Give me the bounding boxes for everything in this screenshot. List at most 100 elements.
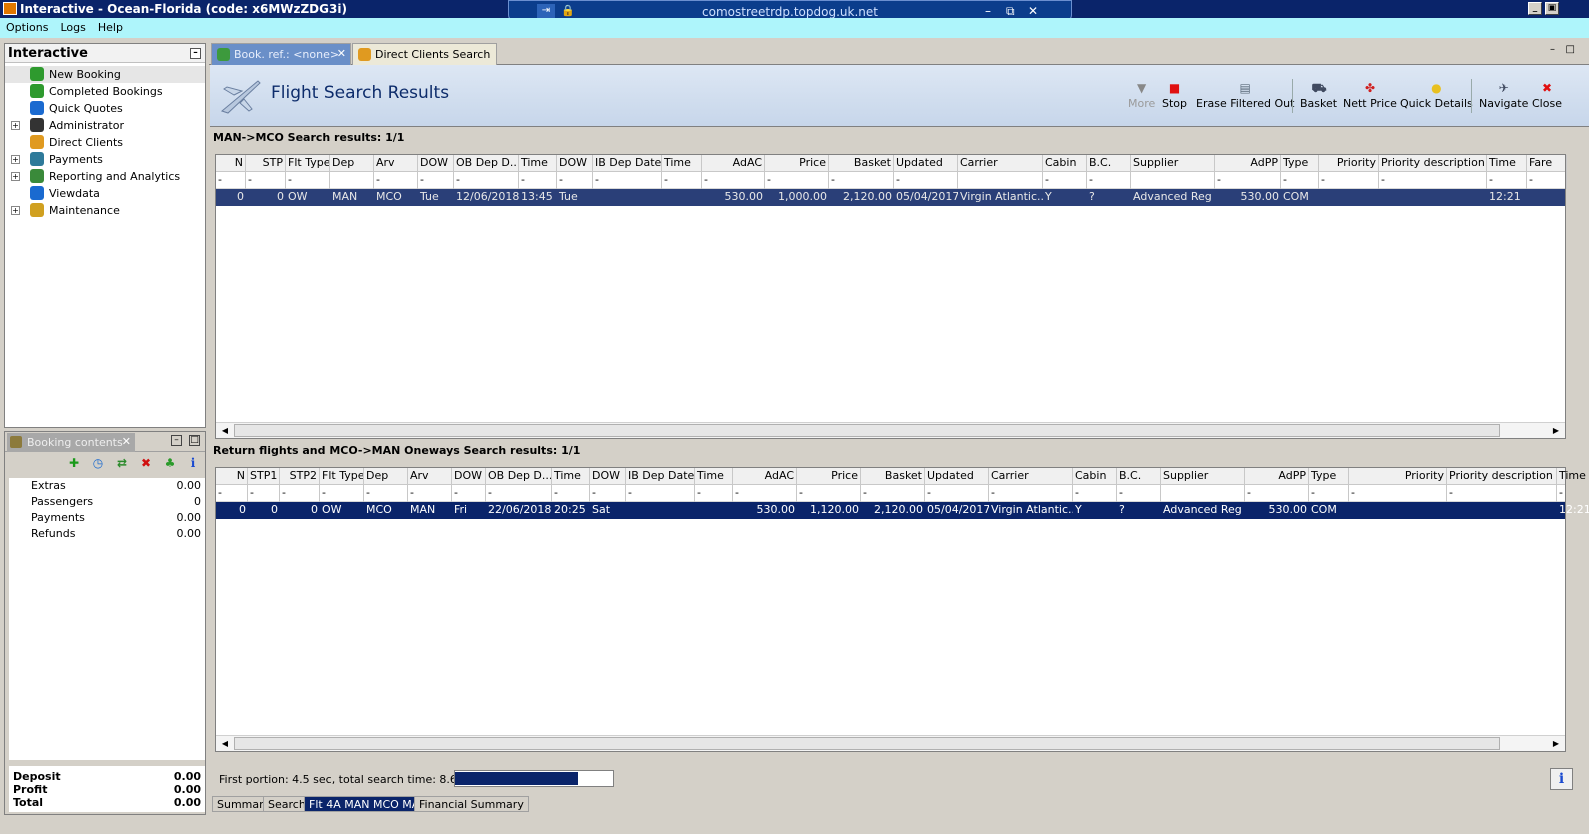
expand-icon[interactable]: + <box>11 206 20 215</box>
palm-tree-icon[interactable]: ♣ <box>163 456 177 470</box>
filter-cell[interactable]: - <box>989 485 1073 502</box>
filter-cell[interactable]: - <box>1215 172 1281 189</box>
filter-cell[interactable]: - <box>1087 172 1131 189</box>
expand-icon[interactable]: + <box>11 172 20 181</box>
nav-item-reporting-and-analytics[interactable]: + Reporting and Analytics <box>5 168 205 185</box>
column-header[interactable]: Carrier <box>958 155 1043 172</box>
basket-button[interactable]: ⛟ Basket <box>1300 81 1337 110</box>
column-header[interactable]: Time <box>552 468 590 485</box>
scroll-right-icon[interactable]: ▶ <box>1549 424 1563 437</box>
filter-cell[interactable]: - <box>246 172 286 189</box>
info-icon[interactable]: i <box>186 456 200 470</box>
nett-price-button[interactable]: ✤ Nett Price <box>1343 81 1397 110</box>
column-header[interactable]: Dep <box>364 468 408 485</box>
column-header[interactable]: Supplier <box>1161 468 1245 485</box>
column-header[interactable]: Fare <box>1527 155 1567 172</box>
column-header[interactable]: Time <box>695 468 733 485</box>
filter-cell[interactable] <box>1131 172 1215 189</box>
filter-cell[interactable]: - <box>1319 172 1379 189</box>
outbound-horizontal-scrollbar[interactable]: ◀ ▶ <box>216 422 1565 438</box>
scroll-left-icon[interactable]: ◀ <box>218 424 232 437</box>
column-header[interactable]: IB Dep Date <box>593 155 662 172</box>
close-booking-tab-icon[interactable]: ✕ <box>122 435 131 448</box>
filter-cell[interactable]: - <box>486 485 552 502</box>
clock-icon[interactable]: ◷ <box>91 456 105 470</box>
filter-cell[interactable]: - <box>1487 172 1527 189</box>
nav-item-new-booking[interactable]: New Booking <box>5 66 205 83</box>
tab-direct-clients-search[interactable]: Direct Clients Search <box>352 43 497 65</box>
filter-cell[interactable]: - <box>216 485 248 502</box>
expand-icon[interactable]: + <box>11 121 20 130</box>
column-header[interactable]: AdAC <box>702 155 765 172</box>
column-header[interactable]: Time <box>662 155 702 172</box>
filter-cell[interactable]: - <box>861 485 925 502</box>
tabs-maximize-icon[interactable]: □ <box>1566 44 1575 55</box>
column-header[interactable]: B.C. <box>1117 468 1161 485</box>
inbound-horizontal-scrollbar[interactable]: ◀ ▶ <box>216 735 1565 751</box>
filter-cell[interactable]: - <box>733 485 797 502</box>
column-header[interactable]: N <box>216 468 248 485</box>
nav-item-direct-clients[interactable]: Direct Clients <box>5 134 205 151</box>
filter-cell[interactable]: - <box>454 172 519 189</box>
filter-cell[interactable]: - <box>320 485 364 502</box>
tab-financial-summary[interactable]: Financial Summary <box>414 796 529 812</box>
column-header[interactable]: Price <box>797 468 861 485</box>
column-header[interactable]: STP1 <box>248 468 280 485</box>
column-header[interactable]: Carrier <box>989 468 1073 485</box>
column-header[interactable]: Time <box>519 155 557 172</box>
filter-cell[interactable]: - <box>364 485 408 502</box>
filter-cell[interactable]: - <box>1349 485 1447 502</box>
column-header[interactable]: AdAC <box>733 468 797 485</box>
nav-item-quick-quotes[interactable]: Quick Quotes <box>5 100 205 117</box>
nav-item-maintenance[interactable]: + Maintenance <box>5 202 205 219</box>
column-header[interactable]: N <box>216 155 246 172</box>
scroll-right-icon[interactable]: ▶ <box>1549 737 1563 750</box>
column-header[interactable]: Priority <box>1319 155 1379 172</box>
filter-cell[interactable]: - <box>626 485 695 502</box>
filter-cell[interactable]: - <box>1043 172 1087 189</box>
filter-cell[interactable]: - <box>1557 485 1589 502</box>
column-header[interactable]: OB Dep D... <box>454 155 519 172</box>
filter-cell[interactable]: - <box>418 172 454 189</box>
filter-cell[interactable] <box>330 172 374 189</box>
filter-cell[interactable]: - <box>374 172 418 189</box>
column-header[interactable]: DOW <box>557 155 593 172</box>
menu-help[interactable]: Help <box>92 18 129 34</box>
column-header[interactable]: AdPP <box>1245 468 1309 485</box>
column-header[interactable]: Arv <box>374 155 418 172</box>
column-header[interactable]: Cabin <box>1073 468 1117 485</box>
column-header[interactable]: Supplier <box>1131 155 1215 172</box>
column-header[interactable]: Time <box>1487 155 1527 172</box>
column-header[interactable]: DOW <box>590 468 626 485</box>
filter-cell[interactable]: - <box>1447 485 1557 502</box>
filter-cell[interactable]: - <box>593 172 662 189</box>
menu-logs[interactable]: Logs <box>54 18 91 34</box>
filter-cell[interactable]: - <box>408 485 452 502</box>
filter-cell[interactable]: - <box>1117 485 1161 502</box>
quick-details-button[interactable]: ● Quick Details <box>1400 81 1473 110</box>
nav-item-completed-bookings[interactable]: Completed Bookings <box>5 83 205 100</box>
column-header[interactable]: Dep <box>330 155 374 172</box>
filter-cell[interactable]: - <box>552 485 590 502</box>
stop-button[interactable]: ■ Stop <box>1162 81 1187 110</box>
delete-icon[interactable]: ✖ <box>139 456 153 470</box>
nav-item-payments[interactable]: + Payments <box>5 151 205 168</box>
minimize-button[interactable]: _ <box>1528 2 1542 15</box>
rdp-minimize-icon[interactable]: – <box>985 4 991 18</box>
filter-cell[interactable]: - <box>695 485 733 502</box>
filter-cell[interactable]: - <box>590 485 626 502</box>
column-header[interactable]: IB Dep Date <box>626 468 695 485</box>
tab-booking-ref[interactable]: Book. ref.: <none> ✕ <box>211 43 351 65</box>
more-button[interactable]: ▼ More <box>1128 81 1155 110</box>
column-header[interactable]: Type <box>1281 155 1319 172</box>
filter-cell[interactable]: - <box>1281 172 1319 189</box>
filter-cell[interactable]: - <box>925 485 989 502</box>
column-header[interactable]: Priority description <box>1447 468 1557 485</box>
filter-cell[interactable]: - <box>1245 485 1309 502</box>
column-header[interactable]: DOW <box>418 155 454 172</box>
table-row[interactable]: 0 0 OW MAN MCO Tue 12/06/2018 13:45 Tue 530.00 1,0… <box>216 189 1565 206</box>
column-header[interactable]: AdPP <box>1215 155 1281 172</box>
column-header[interactable]: Flt Type <box>320 468 364 485</box>
filter-cell[interactable]: - <box>286 172 330 189</box>
column-header[interactable]: Flt Type <box>286 155 330 172</box>
